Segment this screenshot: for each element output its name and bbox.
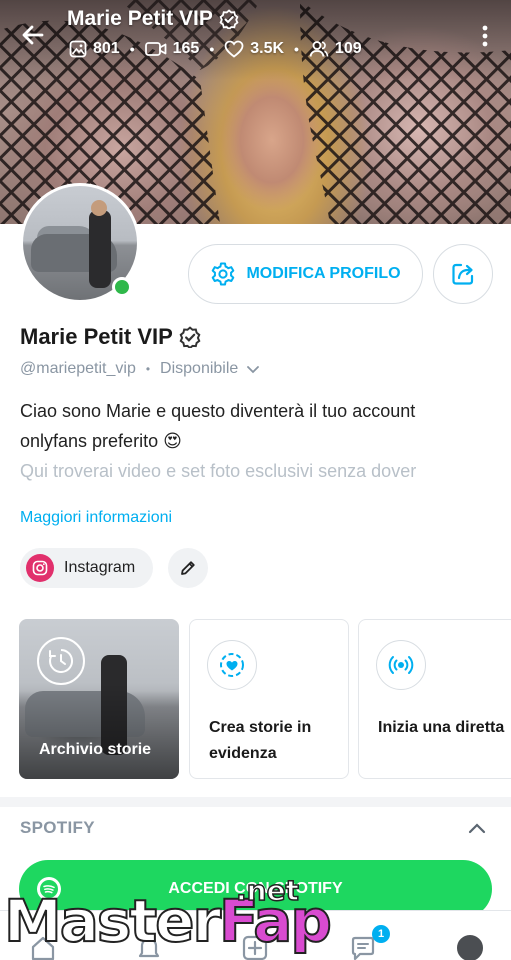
- highlight-heart-icon: [207, 640, 257, 690]
- more-vertical-icon: [482, 25, 488, 47]
- instagram-icon: [26, 554, 54, 582]
- pencil-icon: [181, 561, 195, 575]
- start-live-card[interactable]: Inizia una diretta: [358, 619, 511, 779]
- handle-separator: •: [145, 362, 151, 376]
- start-live-label: Inizia una diretta: [378, 719, 505, 736]
- online-status-dot: [112, 277, 132, 297]
- stat-likes[interactable]: 3.5K: [224, 40, 284, 58]
- arrow-left-icon: [22, 25, 44, 45]
- live-broadcast-icon: [376, 640, 426, 690]
- heart-icon: [224, 40, 244, 58]
- stat-fans-count: 109: [334, 40, 362, 57]
- gear-icon: [212, 262, 235, 286]
- verified-icon: [219, 9, 239, 29]
- chevron-up-icon: [468, 823, 486, 834]
- bio-line-faded: Qui troverai video e set foto esclusivi …: [20, 461, 417, 481]
- more-options-button[interactable]: [474, 22, 496, 50]
- spotify-section-title: SPOTIFY: [20, 818, 95, 837]
- header-title-text: Marie Petit VIP: [67, 7, 213, 30]
- stat-separator: •: [294, 41, 299, 57]
- stat-videos[interactable]: 165: [144, 40, 200, 58]
- story-highlight-card[interactable]: Crea storie in evidenza: [189, 619, 349, 779]
- story-highlight-label: Crea storie in evidenza: [209, 719, 312, 762]
- instagram-link[interactable]: Instagram: [20, 548, 154, 588]
- chevron-down-icon[interactable]: [244, 360, 262, 378]
- profile-bio: Ciao sono Marie e questo diventerà il tu…: [20, 396, 490, 486]
- stat-fans[interactable]: 109: [309, 40, 362, 58]
- stat-photos-count: 801: [93, 40, 120, 57]
- stat-photos[interactable]: 801: [69, 40, 120, 58]
- watermark-text: Master: [3, 886, 222, 956]
- instagram-label: Instagram: [64, 559, 136, 576]
- edit-profile-button[interactable]: MODIFICA PROFILO: [188, 244, 423, 304]
- profile-handle-row: @mariepetit_vip • Disponibile: [20, 360, 262, 378]
- profile-name: Marie Petit VIP: [20, 324, 201, 350]
- users-icon: [309, 41, 329, 57]
- watermark-suffix: .net: [235, 873, 299, 908]
- story-archive-label: Archivio storie: [39, 741, 152, 758]
- back-button[interactable]: [18, 20, 48, 50]
- stat-likes-count: 3.5K: [250, 40, 285, 57]
- top-bar: Marie Petit VIP 801 • 165 • 3.5K • 109: [0, 0, 511, 72]
- availability-status[interactable]: Disponibile: [160, 360, 238, 378]
- edit-links-button[interactable]: [168, 548, 208, 588]
- header-title: Marie Petit VIP: [67, 7, 239, 31]
- profile-handle: @mariepetit_vip: [20, 360, 136, 377]
- section-divider: [0, 797, 511, 807]
- verified-icon: [179, 326, 201, 348]
- nav-profile-avatar[interactable]: [455, 933, 485, 960]
- profile-name-text: Marie Petit VIP: [20, 324, 173, 349]
- image-icon: [69, 40, 87, 58]
- history-icon: [37, 637, 85, 685]
- stat-separator: •: [129, 41, 135, 57]
- collapse-section-button[interactable]: [466, 818, 488, 840]
- video-icon: [144, 42, 167, 56]
- bio-line: Ciao sono Marie e questo diventerà il tu…: [20, 401, 416, 421]
- bio-line: onlyfans preferito 😍: [20, 431, 182, 451]
- stat-videos-count: 165: [172, 40, 200, 57]
- share-icon: [452, 263, 474, 285]
- stat-separator: •: [209, 41, 215, 57]
- messages-badge: 1: [372, 925, 390, 943]
- avatar-photo-detail: [89, 210, 111, 288]
- header-stats: 801 • 165 • 3.5K • 109: [69, 40, 362, 58]
- story-archive-card[interactable]: Archivio storie: [19, 619, 179, 779]
- more-info-link[interactable]: Maggiori informazioni: [20, 509, 172, 527]
- edit-profile-label: MODIFICA PROFILO: [246, 265, 401, 282]
- avatar-photo-detail: [91, 200, 107, 216]
- share-button[interactable]: [433, 244, 493, 304]
